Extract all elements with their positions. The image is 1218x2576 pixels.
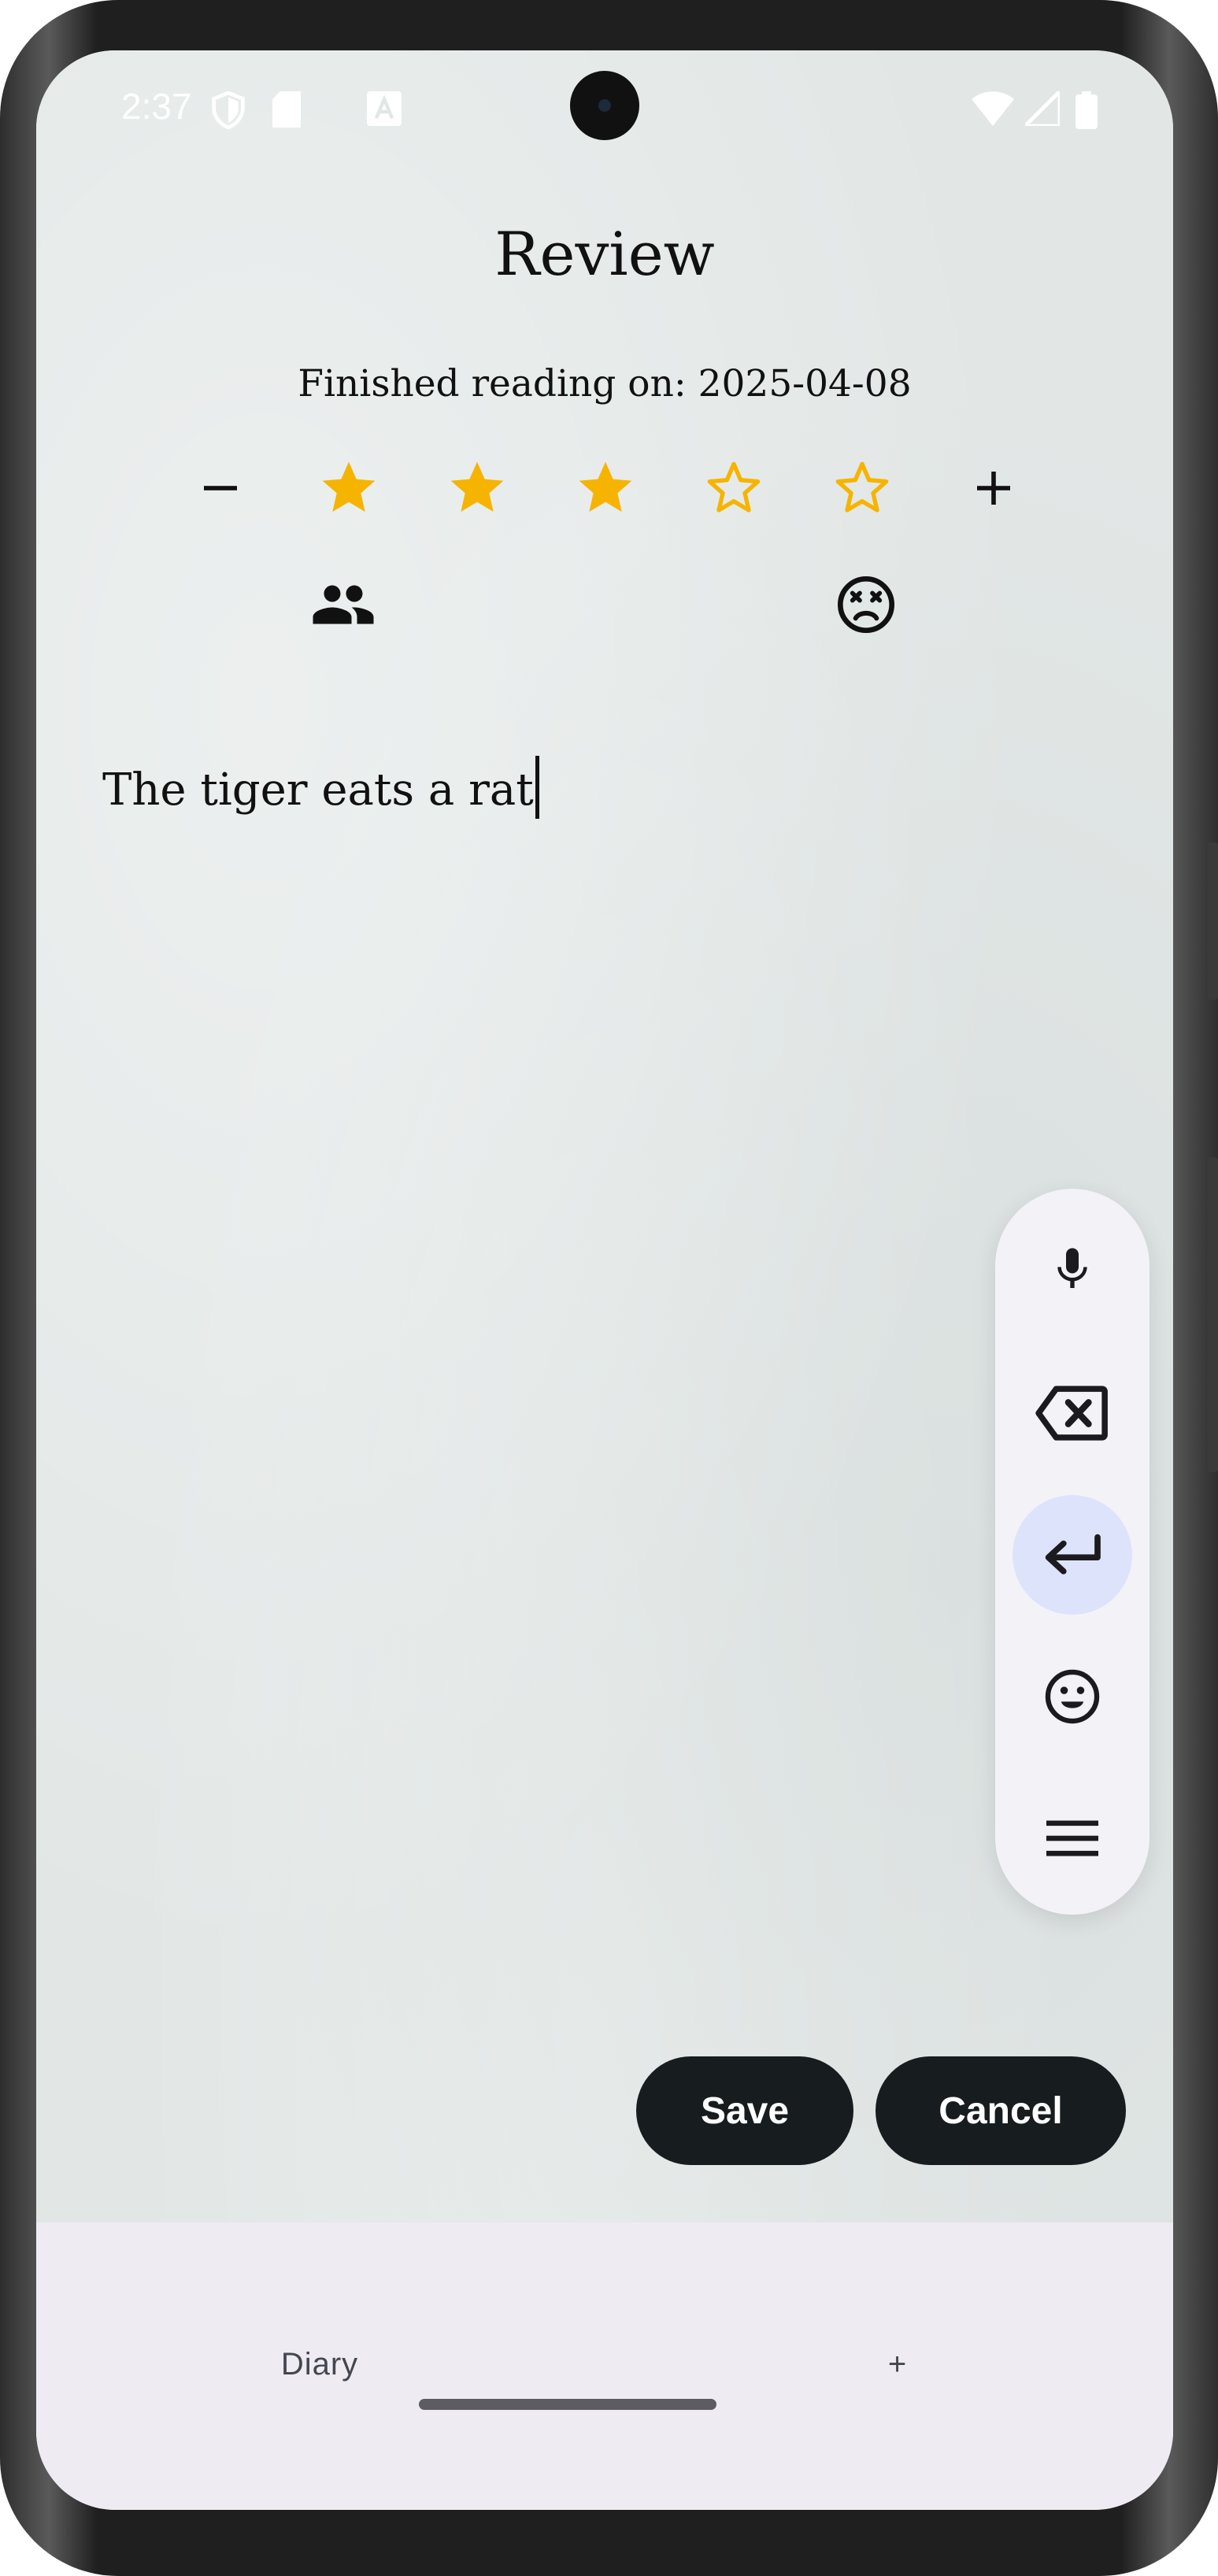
star-2-icon[interactable] xyxy=(446,457,509,520)
menu-button[interactable] xyxy=(1013,1778,1132,1898)
microphone-icon xyxy=(1057,1248,1087,1288)
backspace-button[interactable] xyxy=(1013,1353,1132,1473)
enter-icon xyxy=(1045,1534,1101,1575)
review-text: The tiger eats a rat xyxy=(102,764,534,816)
save-button[interactable]: Save xyxy=(636,2056,853,2165)
emoji-button[interactable] xyxy=(1013,1637,1132,1756)
finished-reading-date: Finished reading on: 2025-04-08 xyxy=(298,362,912,405)
page-title: Review xyxy=(494,219,715,289)
star-1-icon[interactable] xyxy=(317,457,380,520)
dizzy-face-icon[interactable] xyxy=(824,562,909,647)
emoji-icon xyxy=(1045,1669,1100,1724)
wifi-icon xyxy=(972,91,1014,129)
battery-icon xyxy=(1075,91,1098,132)
nav-item-diary[interactable]: Diary xyxy=(194,2325,446,2404)
signal-icon xyxy=(1023,89,1062,129)
shield-icon xyxy=(211,91,246,132)
power-button xyxy=(1207,842,1218,1000)
menu-icon xyxy=(1046,1820,1098,1856)
star-rating xyxy=(36,446,1173,531)
screen: 2:37 Review Finished reading on: 2025-04… xyxy=(36,50,1173,2510)
microphone-button[interactable] xyxy=(1013,1209,1132,1329)
sd-card-icon xyxy=(272,91,301,131)
volume-button xyxy=(1207,1157,1218,1472)
review-text-input[interactable]: The tiger eats a rat xyxy=(102,756,539,819)
star-5-icon[interactable] xyxy=(831,457,894,520)
plus-icon xyxy=(977,472,1010,505)
text-cursor xyxy=(535,756,539,819)
increase-rating-button[interactable] xyxy=(951,446,1036,531)
decrease-rating-button[interactable] xyxy=(178,446,263,531)
minus-icon xyxy=(204,486,237,490)
star-4-icon[interactable] xyxy=(702,457,765,520)
nav-item-add[interactable]: + xyxy=(772,2325,1024,2404)
status-bar: 2:37 xyxy=(36,50,1173,161)
keyboard-a-icon xyxy=(367,91,402,129)
enter-button[interactable] xyxy=(1013,1495,1132,1615)
cancel-button[interactable]: Cancel xyxy=(876,2056,1126,2165)
home-indicator[interactable] xyxy=(419,2399,716,2410)
front-camera xyxy=(570,71,639,140)
bottom-navigation: Diary + xyxy=(36,2223,1173,2510)
status-time: 2:37 xyxy=(121,86,192,127)
people-icon[interactable] xyxy=(301,562,386,647)
backspace-icon xyxy=(1035,1386,1108,1441)
keyboard-toolbar xyxy=(995,1189,1150,1915)
star-3-icon[interactable] xyxy=(574,457,637,520)
